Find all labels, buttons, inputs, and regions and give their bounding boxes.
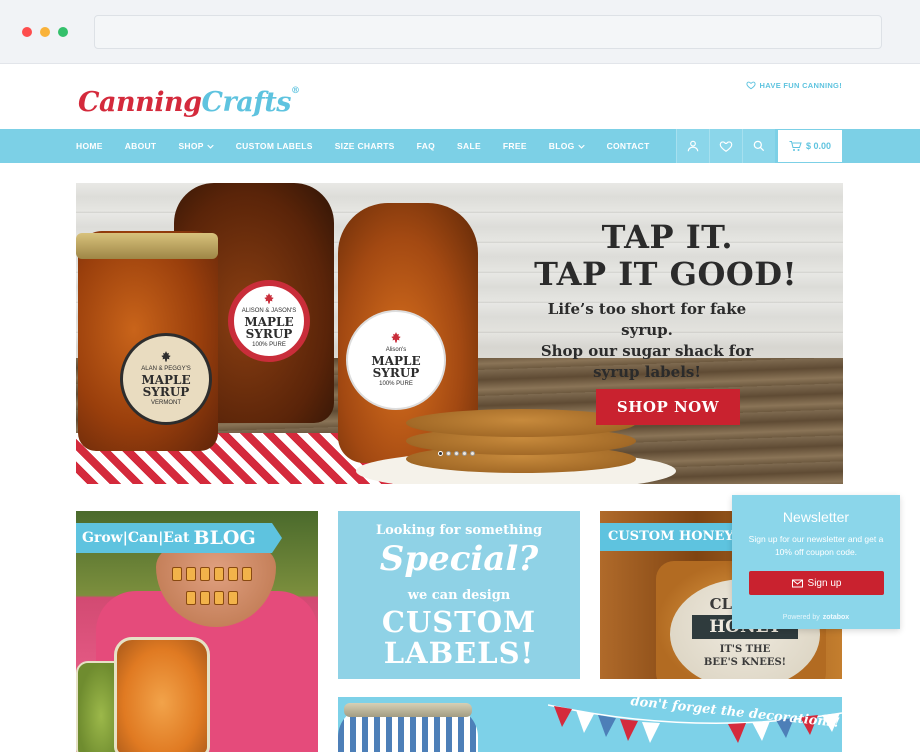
header-tagline: HAVE FUN CANNING!: [745, 80, 842, 90]
nav-item-label: FAQ: [416, 141, 436, 151]
newsletter-signup-button[interactable]: Sign up: [749, 571, 884, 595]
mason-jar-lid: [76, 233, 218, 259]
nav-item-faq[interactable]: FAQ: [417, 141, 435, 151]
browser-chrome: [0, 0, 920, 64]
peach-jar-image: [114, 637, 210, 752]
envelope-icon: [791, 579, 803, 587]
logo-part-canning: Canning: [78, 87, 202, 118]
nav-item-custom-labels[interactable]: CUSTOM LABELS: [236, 141, 313, 151]
nav-item-size-charts[interactable]: SIZE CHARTS: [335, 141, 395, 151]
minimize-window-dot[interactable]: [40, 27, 50, 37]
nav-item-about[interactable]: ABOUT: [125, 141, 157, 151]
search-button[interactable]: [742, 129, 775, 163]
zotabox-brand: zotabox: [822, 614, 850, 621]
custom-labels-tile[interactable]: Looking for something Special? we can de…: [338, 511, 580, 679]
hero-slider[interactable]: ALAN & PEGGY'S MAPLE SYRUP VERMONT ALISO…: [76, 183, 843, 484]
chevron-down-icon: [207, 144, 214, 149]
maple-leaf-icon: [264, 293, 274, 304]
syrup-label-alison: Alison's MAPLE SYRUP 100% PURE: [346, 310, 446, 410]
cart-total: $ 0.00: [805, 141, 832, 151]
blog-banner: Grow|Can|Eat BLOG: [76, 523, 282, 553]
blog-tile[interactable]: Grow|Can|Eat BLOG: [76, 511, 318, 752]
syrup-label-alan-peggy: ALAN & PEGGY'S MAPLE SYRUP VERMONT: [120, 333, 212, 425]
hero-subtext: Life’s too short for fake syrup. Shop ou…: [540, 300, 754, 381]
site-logo[interactable]: Canning Crafts ®: [78, 78, 300, 118]
nav-item-label: SIZE CHARTS: [334, 141, 395, 151]
nav-item-label: BLOG: [548, 141, 575, 151]
slider-dot[interactable]: [438, 451, 443, 456]
decorations-tile[interactable]: don't forget the decorations!: [338, 697, 842, 752]
slider-dot[interactable]: [446, 451, 451, 456]
hero-headline: TAP IT. TAP IT GOOD!: [534, 219, 797, 293]
slider-dot[interactable]: [454, 451, 459, 456]
nav-item-label: CONTACT: [606, 141, 650, 151]
nav-item-label: SALE: [457, 141, 481, 151]
website: Canning Crafts ® HAVE FUN CANNING! HOME ABO…: [0, 64, 920, 752]
chevron-down-icon: [577, 144, 585, 149]
user-icon: [687, 140, 699, 152]
heart-icon: [719, 141, 733, 152]
newsletter-popup: Newsletter Sign up for our newsletter an…: [732, 495, 900, 629]
nav-item-label: CUSTOM LABELS: [235, 141, 313, 151]
jar-lid-image: [344, 703, 472, 717]
maximize-window-dot[interactable]: [58, 27, 68, 37]
close-window-dot[interactable]: [22, 27, 32, 37]
maple-leaf-icon: [391, 332, 401, 343]
account-button[interactable]: [676, 129, 709, 163]
hero-headline-line-1: TAP IT.: [601, 218, 733, 256]
slider-dot[interactable]: [462, 451, 467, 456]
nav-item-blog[interactable]: BLOG: [549, 141, 585, 151]
newsletter-text: Sign up for our newsletter and get a 10%…: [748, 534, 884, 557]
powered-by[interactable]: Powered by zotabox: [732, 614, 900, 621]
cart-icon: [789, 141, 802, 151]
logo-part-crafts: Crafts: [201, 87, 292, 118]
nav-item-sale[interactable]: SALE: [457, 141, 481, 151]
address-bar[interactable]: [94, 15, 882, 49]
nav-item-shop[interactable]: SHOP: [178, 141, 214, 151]
nav-item-label: SHOP: [178, 141, 204, 151]
slider-dot[interactable]: [470, 451, 475, 456]
main-navigation: HOME ABOUT SHOP CUSTOM LABELS SIZE CHARTS FAQ…: [0, 129, 920, 163]
tagline-text: HAVE FUN CANNING!: [759, 80, 842, 90]
jar-necklace-image: [186, 591, 238, 605]
logo-registered-mark: ®: [291, 86, 300, 96]
wishlist-button[interactable]: [709, 129, 742, 163]
syrup-label-alison-jason: ALISON & JASON'S MAPLE SYRUP 100% PURE: [228, 280, 310, 362]
nav-item-label: ABOUT: [124, 141, 157, 151]
nav-item-free[interactable]: FREE: [503, 141, 527, 151]
newsletter-title: Newsletter: [782, 509, 850, 525]
jar-necklace-image: [172, 567, 252, 581]
nav-item-label: HOME: [76, 141, 103, 151]
heart-icon: [745, 81, 756, 90]
nav-item-contact[interactable]: CONTACT: [607, 141, 650, 151]
nav-item-label: FREE: [502, 141, 527, 151]
search-icon: [753, 140, 765, 152]
nav-item-home[interactable]: HOME: [76, 141, 103, 151]
hero-headline-line-2: TAP IT GOOD!: [534, 255, 797, 293]
shop-now-button[interactable]: SHOP NOW: [596, 389, 740, 425]
maple-leaf-icon: [161, 351, 171, 362]
honey-banner: CUSTOM HONEY: [600, 523, 750, 551]
slider-pagination: [438, 451, 475, 456]
cart-button[interactable]: $ 0.00: [777, 129, 843, 163]
